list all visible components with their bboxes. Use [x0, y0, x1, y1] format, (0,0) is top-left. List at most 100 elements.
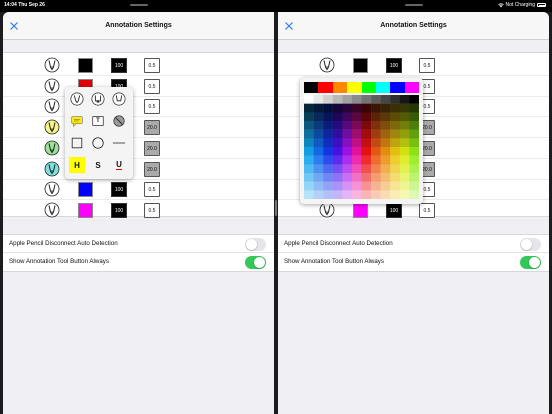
color-cell[interactable]: [371, 138, 381, 148]
color-cell[interactable]: [304, 190, 314, 199]
gray-cell[interactable]: [351, 95, 362, 104]
color-cell[interactable]: [342, 103, 353, 113]
line-width-value[interactable]: 0.5: [419, 58, 435, 73]
color-cell[interactable]: [323, 129, 333, 139]
color-cell[interactable]: [399, 190, 410, 199]
color-swatch-button[interactable]: [353, 202, 368, 218]
color-cell[interactable]: [323, 103, 333, 113]
color-cell[interactable]: [313, 147, 324, 156]
tool-row[interactable]: 1000.5: [3, 96, 274, 118]
color-cell[interactable]: [390, 147, 401, 156]
tool-row[interactable]: 2020.0: [3, 117, 274, 139]
tool-row[interactable]: 1000.5: [3, 55, 274, 76]
color-cell[interactable]: [342, 190, 353, 199]
color-cell[interactable]: [380, 103, 391, 113]
color-cell[interactable]: [304, 129, 314, 139]
color-cell[interactable]: [332, 138, 343, 148]
line-width-value[interactable]: 0.5: [144, 58, 160, 73]
gray-cell[interactable]: [304, 95, 314, 104]
color-cell[interactable]: [313, 129, 324, 139]
color-cell[interactable]: [313, 121, 324, 130]
color-cell[interactable]: [342, 138, 353, 148]
color-cell[interactable]: [313, 164, 324, 174]
color-cell[interactable]: [361, 181, 372, 191]
color-swatch-button[interactable]: [78, 58, 93, 73]
line-width-value[interactable]: 0.5: [144, 182, 160, 198]
color-cell[interactable]: [342, 164, 353, 174]
color-cell[interactable]: [371, 164, 381, 174]
color-cell[interactable]: [409, 190, 419, 199]
color-cell[interactable]: [390, 138, 401, 148]
color-cell[interactable]: [399, 129, 410, 139]
color-cell[interactable]: [351, 121, 362, 130]
color-cell[interactable]: [323, 147, 333, 156]
color-cell[interactable]: [332, 112, 343, 122]
color-cell[interactable]: [351, 173, 362, 182]
line-width-value[interactable]: 20.0: [144, 140, 160, 156]
line-width-value[interactable]: 0.5: [144, 78, 160, 94]
color-cell[interactable]: [351, 129, 362, 139]
color-cell[interactable]: [323, 164, 333, 174]
color-cell[interactable]: [380, 181, 391, 191]
pen-icon-button[interactable]: [44, 202, 60, 218]
opacity-value[interactable]: 100: [386, 202, 402, 218]
highlight-tool-option[interactable]: H: [69, 157, 85, 173]
color-cell[interactable]: [409, 181, 419, 191]
pen-icon-button[interactable]: [44, 140, 60, 156]
color-cell[interactable]: [409, 164, 419, 174]
pen-icon-button[interactable]: [44, 181, 60, 197]
color-cell[interactable]: [399, 147, 410, 156]
marker-tool-option[interactable]: [90, 91, 106, 107]
color-cell[interactable]: [342, 173, 353, 182]
pen-icon-button[interactable]: [44, 98, 60, 114]
color-cell[interactable]: [351, 181, 362, 191]
line-width-value[interactable]: 20.0: [144, 120, 160, 136]
color-cell[interactable]: [390, 121, 401, 130]
color-cell[interactable]: [380, 164, 391, 174]
tool-row[interactable]: 2020.0: [3, 138, 274, 159]
color-cell[interactable]: [304, 103, 314, 113]
color-cell[interactable]: [380, 129, 391, 139]
color-cell[interactable]: [323, 173, 333, 182]
color-cell[interactable]: [409, 155, 419, 165]
color-cell[interactable]: [371, 112, 381, 122]
color-cell[interactable]: [409, 129, 419, 139]
color-cell[interactable]: [332, 181, 343, 191]
color-cell[interactable]: [342, 112, 353, 122]
line-width-value[interactable]: 20.0: [144, 161, 160, 177]
multitask-grabber-left[interactable]: [130, 4, 148, 6]
primary-color-swatch[interactable]: [304, 82, 319, 93]
primary-color-swatch[interactable]: [332, 82, 348, 93]
color-cell[interactable]: [390, 112, 401, 122]
color-swatch-button[interactable]: [353, 58, 368, 73]
color-cell[interactable]: [361, 147, 372, 156]
line-width-value[interactable]: 0.5: [144, 202, 160, 218]
primary-color-swatch[interactable]: [318, 82, 333, 93]
color-cell[interactable]: [371, 181, 381, 191]
color-cell[interactable]: [399, 155, 410, 165]
gray-cell[interactable]: [332, 95, 343, 104]
color-cell[interactable]: [390, 173, 401, 182]
color-cell[interactable]: [390, 164, 401, 174]
color-cell[interactable]: [332, 129, 343, 139]
color-cell[interactable]: [351, 112, 362, 122]
color-cell[interactable]: [390, 129, 401, 139]
setting-toggle[interactable]: [245, 255, 266, 269]
color-cell[interactable]: [313, 181, 324, 191]
underline-tool-option[interactable]: U: [111, 157, 127, 173]
color-grid[interactable]: [304, 95, 419, 199]
eraser-tool-option[interactable]: [111, 91, 127, 107]
color-swatch-button[interactable]: [78, 202, 93, 218]
tool-row[interactable]: 100 0.5: [278, 55, 549, 76]
color-cell[interactable]: [313, 173, 324, 182]
color-cell[interactable]: [304, 181, 314, 191]
color-cell[interactable]: [380, 112, 391, 122]
color-cell[interactable]: [380, 155, 391, 165]
color-cell[interactable]: [332, 173, 343, 182]
opacity-value[interactable]: 100: [386, 58, 402, 73]
color-cell[interactable]: [409, 112, 419, 122]
color-cell[interactable]: [304, 147, 314, 156]
setting-toggle[interactable]: [245, 237, 266, 251]
color-cell[interactable]: [371, 190, 381, 199]
pen-icon-button[interactable]: [44, 161, 60, 177]
